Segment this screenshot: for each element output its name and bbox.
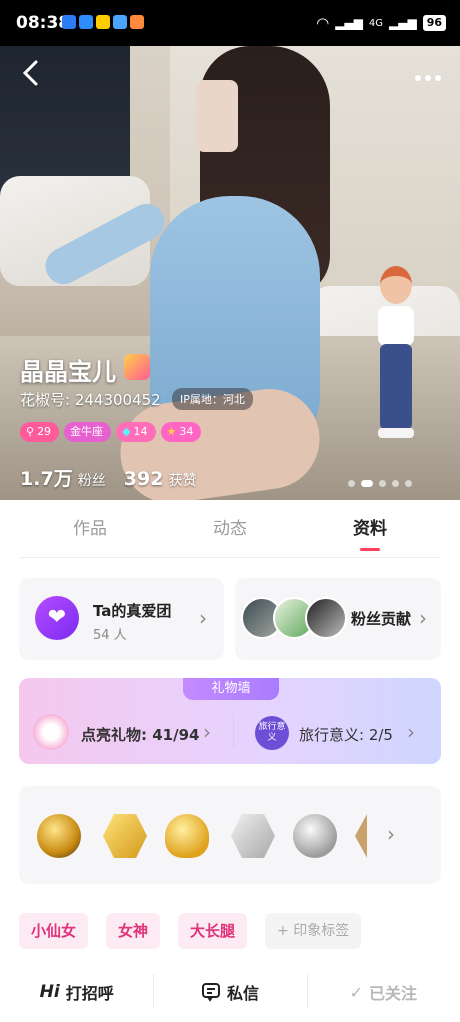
carousel-dot <box>379 480 386 487</box>
fan-club-count: 54 人 <box>93 628 127 643</box>
carousel-dot <box>392 480 399 487</box>
zodiac-badge[interactable]: 金牛座 <box>64 422 112 442</box>
diamond-badge[interactable]: ◆ 14 <box>116 422 156 442</box>
silver-hexagon-medal-icon <box>231 814 275 858</box>
heart-wings-icon: ❤ <box>35 596 79 640</box>
chat-bubble-icon <box>201 983 220 1002</box>
chevron-right-icon: › <box>419 606 427 630</box>
profile-cover-photo[interactable]: 晶晶宝儿 花椒号: 244300452 IP属地：河北 ⚲ 29 金牛座 ◆ 14 … <box>0 46 460 500</box>
gift-icon <box>33 714 69 750</box>
fan-contribution-title: 粉丝贡献 <box>351 610 412 628</box>
travel-progress[interactable]: 旅行意义: 2/5 <box>299 724 393 745</box>
signal-icon: ▂▄▆ <box>335 16 363 30</box>
likes-stat[interactable]: 392 获赞 <box>124 468 197 490</box>
chevron-right-icon: › <box>407 720 415 744</box>
app-notification-icon <box>62 15 76 29</box>
photo-phone <box>196 80 238 152</box>
gift-wall-title: 礼物墙 <box>183 678 279 700</box>
status-bar: 08:38 ◠ ▂▄▆ 4G ▂▄▆ 96 <box>0 0 460 46</box>
battery-icon: 96 <box>422 15 446 31</box>
star-badge[interactable]: ★ 34 <box>160 422 202 442</box>
status-indicators: ◠ ▂▄▆ 4G ▂▄▆ 96 <box>316 14 446 32</box>
hexagon-medal-icon <box>103 814 147 858</box>
contributor-avatar <box>305 597 347 639</box>
profile-id: 花椒号: 244300452 <box>20 391 161 409</box>
chevron-right-icon[interactable]: › <box>387 822 395 846</box>
fans-stat[interactable]: 1.7万 粉丝 <box>20 464 106 491</box>
back-button[interactable] <box>20 60 50 90</box>
carousel-dot <box>405 480 412 487</box>
chevron-right-icon: › <box>199 606 207 630</box>
profile-tabs: 作品 动态 资料 <box>20 504 440 558</box>
level-badge[interactable]: ⚲ 29 <box>20 422 60 442</box>
checkmark-icon: ✓ <box>349 982 364 1002</box>
fan-contribution-card[interactable]: 粉丝贡献 › <box>235 578 441 660</box>
bottom-action-bar: Hi 打招呼 私信 ✓ 已关注 <box>0 962 460 1022</box>
chevron-left-icon <box>22 60 38 86</box>
profile-name: 晶晶宝儿 <box>20 358 116 386</box>
fan-club-card[interactable]: ❤ Ta的真爱团 54 人 › <box>19 578 224 660</box>
app-notification-icon <box>79 15 93 29</box>
rocket-badge-icon <box>124 354 150 380</box>
more-dots-icon <box>415 75 441 81</box>
add-tag-button[interactable]: + 印象标签 <box>265 913 362 949</box>
profile-stats: 1.7万 粉丝 392 获赞 <box>20 464 197 491</box>
carousel-dot-active <box>361 480 373 487</box>
more-options-button[interactable] <box>414 60 442 90</box>
ip-location-badge: IP属地：河北 <box>172 388 253 410</box>
wifi-icon: ◠ <box>316 14 330 32</box>
tag-item[interactable]: 女神 <box>106 913 161 949</box>
medals-card[interactable]: › <box>19 786 441 884</box>
tab-profile-info[interactable]: 资料 <box>300 504 440 557</box>
carousel-dot <box>348 480 355 487</box>
tab-moments[interactable]: 动态 <box>160 504 300 557</box>
tag-item[interactable]: 小仙女 <box>19 913 89 949</box>
greet-button[interactable]: Hi 打招呼 <box>0 962 153 1022</box>
heart-medal-icon <box>165 814 209 858</box>
gift-wall-card[interactable]: 礼物墙 点亮礼物: 41/94 › 旅行意义 旅行意义: 2/5 › <box>19 678 441 764</box>
profile-badges: ⚲ 29 金牛座 ◆ 14 ★ 34 <box>20 422 202 442</box>
notification-icons <box>62 15 144 29</box>
impression-tags: 小仙女 女神 大长腿 + 印象标签 <box>19 913 362 949</box>
app-notification-icon <box>130 15 144 29</box>
star-icon: ★ <box>166 425 177 438</box>
signal-icon: ▂▄▆ <box>389 16 417 30</box>
bronze-medal-icon <box>355 814 367 858</box>
lit-gifts-progress[interactable]: 点亮礼物: 41/94 <box>81 724 199 745</box>
diamond-icon: ◆ <box>122 425 131 438</box>
divider <box>233 714 234 748</box>
app-notification-icon <box>113 15 127 29</box>
3d-avatar[interactable] <box>370 266 420 446</box>
gold-medal-icon <box>37 814 81 858</box>
followed-button[interactable]: ✓ 已关注 <box>306 962 460 1022</box>
message-button[interactable]: 私信 <box>153 962 306 1022</box>
search-icon: ⚲ <box>26 425 35 438</box>
chevron-right-icon: › <box>203 720 211 744</box>
network-type: 4G <box>368 17 383 29</box>
travel-badge-icon: 旅行意义 <box>255 716 289 750</box>
tab-works[interactable]: 作品 <box>20 504 160 557</box>
hi-icon: Hi <box>39 982 60 1002</box>
tag-item[interactable]: 大长腿 <box>178 913 248 949</box>
app-notification-icon <box>96 15 110 29</box>
fan-club-title: Ta的真爱团 <box>93 602 172 620</box>
silver-ball-medal-icon <box>293 814 337 858</box>
carousel-indicator <box>348 480 412 487</box>
